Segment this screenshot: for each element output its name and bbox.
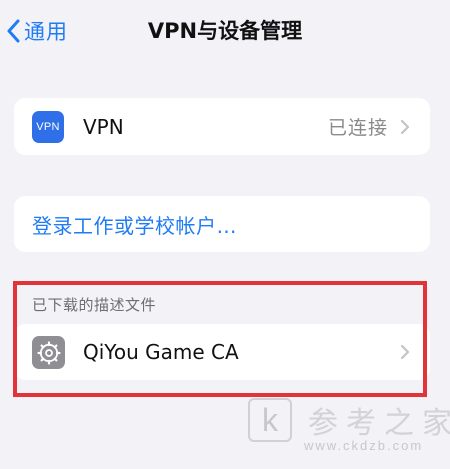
login-card: 登录工作或学校帐户… — [14, 196, 430, 252]
navigation-bar: 通用 VPN与设备管理 — [0, 0, 450, 60]
page-title: VPN与设备管理 — [147, 19, 303, 43]
vpn-status: 已连接 — [327, 117, 388, 139]
downloaded-profiles-header: 已下载的描述文件 — [32, 296, 157, 314]
vpn-icon: VPN — [32, 111, 64, 143]
sign-in-work-school-account-link[interactable]: 登录工作或学校帐户… — [32, 196, 237, 252]
chevron-right-icon — [400, 344, 410, 360]
chevron-right-icon — [400, 119, 410, 135]
watermark-url: www.ckdzb.com — [304, 438, 424, 453]
profile-label: QiYou Game CA — [83, 340, 239, 364]
vpn-row-label: VPN — [83, 114, 124, 139]
watermark: k 参考之家 www.ckdzb.com — [248, 398, 450, 456]
sign-in-work-school-account-row[interactable]: 登录工作或学校帐户… — [14, 196, 430, 252]
vpn-card: VPN VPN 已连接 — [14, 98, 430, 155]
watermark-logo: k — [248, 398, 292, 442]
profiles-card: QiYou Game CA — [14, 324, 430, 380]
gear-icon — [32, 336, 65, 369]
watermark-title: 参考之家 — [308, 406, 450, 441]
profile-row[interactable]: QiYou Game CA — [14, 324, 430, 380]
vpn-row[interactable]: VPN VPN 已连接 — [14, 98, 430, 155]
